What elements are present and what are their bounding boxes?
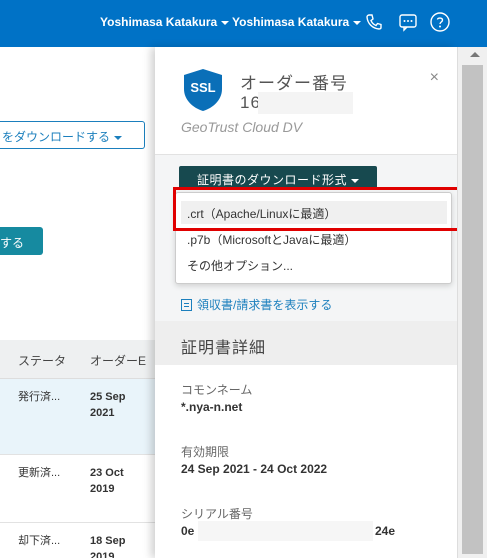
background-page: をダウンロードする する ステータ オーダーE 発行済... 25 Sep 202… xyxy=(0,47,155,558)
download-format-label: 証明書のダウンロード形式 xyxy=(196,173,347,187)
common-name-label: コモンネーム xyxy=(181,383,253,397)
chevron-down-icon xyxy=(221,20,230,25)
product-name: GeoTrust Cloud DV xyxy=(181,119,303,135)
user-menu-1[interactable]: Yoshimasa Katakura xyxy=(100,15,230,29)
table-row[interactable]: 発行済... 25 Sep 2021 xyxy=(0,379,155,455)
row-status: 却下済... xyxy=(18,535,61,547)
scrollbar-thumb[interactable] xyxy=(462,65,483,554)
receipt-link-label: 領収書/請求書を表示する xyxy=(197,298,333,312)
background-download-button[interactable]: をダウンロードする xyxy=(0,121,145,149)
panel-header: SSL オーダー番号 16 GeoTrust Cloud DV × xyxy=(155,47,457,155)
details-title: 証明書詳細 xyxy=(181,340,267,357)
common-name-value: *.nya-n.net xyxy=(181,400,243,414)
user-name-2: Yoshimasa Katakura xyxy=(232,15,350,29)
help-icon[interactable] xyxy=(429,11,451,33)
row-date-line1: 23 Oct xyxy=(90,467,124,479)
row-date-line2: 2021 xyxy=(90,407,115,419)
order-number-label: オーダー番号 xyxy=(240,74,348,93)
scroll-up-icon[interactable] xyxy=(470,52,480,57)
column-header-order-date[interactable]: オーダーE xyxy=(90,352,146,369)
ssl-badge-text: SSL xyxy=(190,80,215,95)
column-header-status[interactable]: ステータ xyxy=(18,352,66,369)
row-date-line1: 18 Sep xyxy=(90,535,126,547)
background-action-button[interactable]: する xyxy=(0,227,43,255)
serial-number-start: 0e xyxy=(181,524,195,538)
serial-number-end: 24e xyxy=(375,524,396,538)
phone-icon[interactable] xyxy=(363,11,385,33)
row-date-line2: 2019 xyxy=(90,551,115,558)
ssl-shield-icon: SSL xyxy=(184,69,222,111)
table-row[interactable]: 更新済... 23 Oct 2019 xyxy=(0,455,155,523)
document-icon xyxy=(181,299,192,311)
row-date: 18 Sep 2019 xyxy=(90,533,125,558)
background-download-label: をダウンロードする xyxy=(2,130,111,144)
row-status: 発行済... xyxy=(18,391,61,403)
scrollbar[interactable] xyxy=(457,47,487,558)
download-section: 証明書のダウンロード形式 .crt（Apache/Linuxに最適） .p7b（… xyxy=(155,155,457,321)
user-name-1: Yoshimasa Katakura xyxy=(100,15,218,29)
row-date-line2: 2019 xyxy=(90,483,115,495)
chevron-down-icon xyxy=(353,20,362,25)
table-row[interactable]: 却下済... 18 Sep 2019 xyxy=(0,523,155,558)
row-status: 更新済... xyxy=(18,467,61,479)
order-detail-panel: SSL オーダー番号 16 GeoTrust Cloud DV × 証明書のダウ… xyxy=(155,47,457,558)
top-bar: Yoshimasa Katakura Yoshimasa Katakura xyxy=(0,0,487,47)
row-date: 23 Oct 2019 xyxy=(90,465,124,497)
close-button[interactable]: × xyxy=(430,69,439,87)
user-menu-2[interactable]: Yoshimasa Katakura xyxy=(232,15,362,29)
chevron-down-icon xyxy=(114,135,123,140)
redacted-area xyxy=(198,521,373,541)
redacted-area xyxy=(258,92,353,114)
chevron-down-icon xyxy=(351,178,359,183)
details-section-header: 証明書詳細 xyxy=(155,321,457,365)
validity-label: 有効期限 xyxy=(181,445,230,459)
serial-number-label: シリアル番号 xyxy=(181,507,253,521)
validity-value: 24 Sep 2021 - 24 Oct 2022 xyxy=(181,462,328,476)
highlight-annotation xyxy=(173,187,468,231)
receipt-link[interactable]: 領収書/請求書を表示する xyxy=(181,296,332,313)
row-date-line1: 25 Sep xyxy=(90,391,126,403)
table-header: ステータ オーダーE xyxy=(0,340,155,379)
chat-icon[interactable] xyxy=(397,11,419,33)
dropdown-item-other-options[interactable]: その他オプション... xyxy=(181,253,447,276)
row-date: 25 Sep 2021 xyxy=(90,389,125,421)
